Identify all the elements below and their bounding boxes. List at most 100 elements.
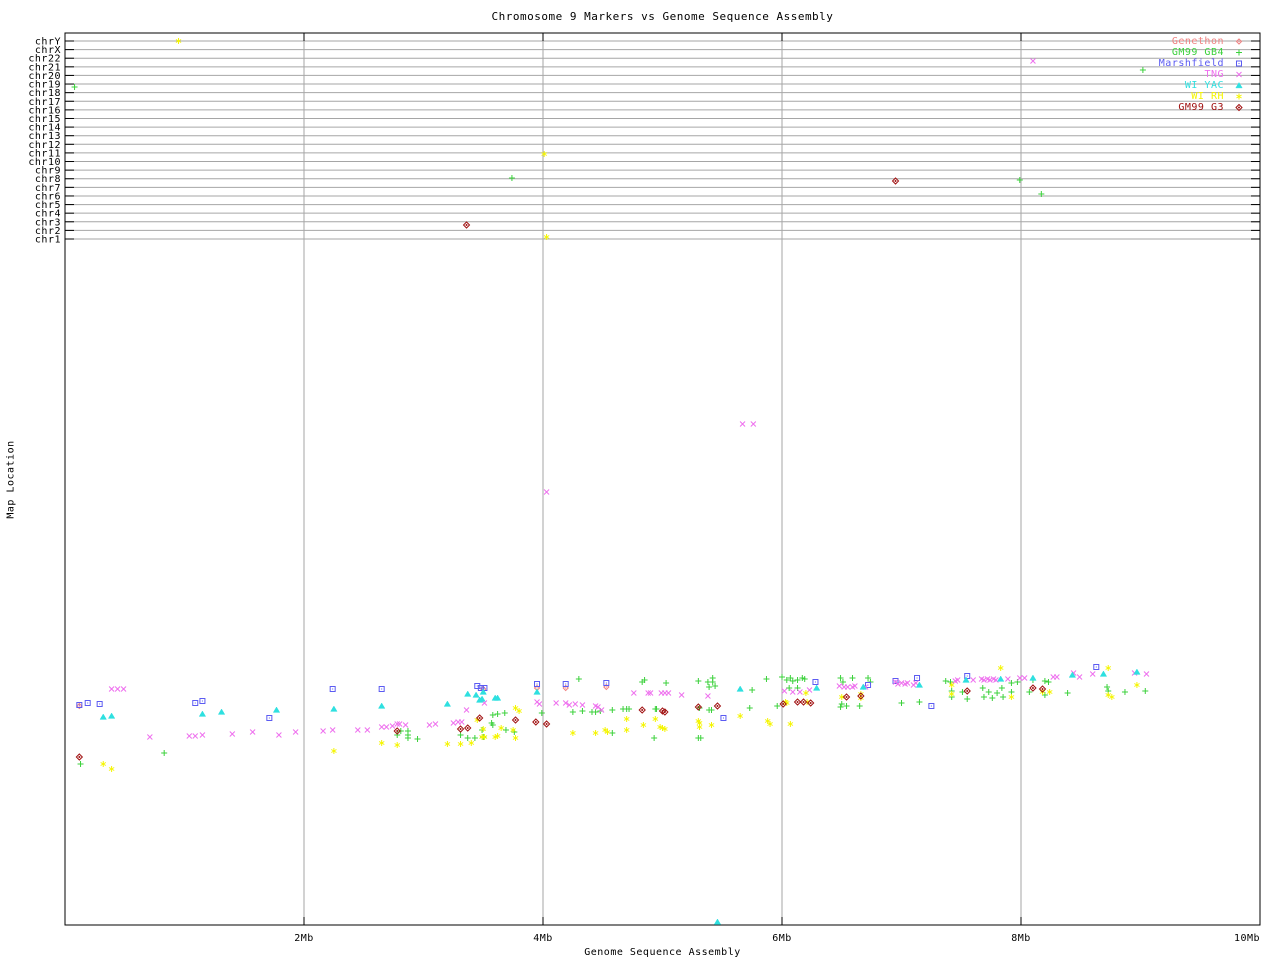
- point-tng: [1089, 671, 1096, 677]
- point-tng: [249, 729, 256, 735]
- series-wi-yac: [99, 668, 1141, 925]
- point-marshfield: [720, 715, 727, 721]
- point-gm99-gb4: [898, 700, 905, 706]
- x-tick-label: 6Mb: [772, 933, 792, 944]
- point-wi-rh: [662, 726, 668, 732]
- legend-label-gm99-g3: GM99 G3: [1178, 102, 1224, 113]
- point-tng: [1021, 675, 1028, 681]
- point-tng: [898, 680, 905, 686]
- scatter-plot: chrYchrXchr22chr21chr20chr19chr18chr17ch…: [28, 32, 1261, 944]
- point-wi-yac: [99, 713, 107, 720]
- point-gm99-g3: [1029, 684, 1037, 692]
- point-tng: [108, 686, 115, 692]
- legend-item-genethon: Genethon: [1080, 36, 1246, 47]
- point-tng: [1016, 675, 1023, 681]
- point-tng: [186, 733, 193, 739]
- point-wi-rh: [708, 722, 715, 728]
- point-wi-yac: [198, 710, 207, 717]
- legend-marker-gm99-g3-icon: [1235, 103, 1243, 112]
- point-gm99-gb4: [763, 676, 770, 682]
- point-wi-rh: [592, 730, 599, 736]
- point-wi-yac: [713, 918, 722, 925]
- point-tng: [553, 700, 559, 706]
- point-gm99-gb4: [1045, 679, 1052, 685]
- point-gm99-gb4: [989, 695, 996, 701]
- point-tng: [750, 421, 757, 427]
- x-tick-label: 8Mb: [1011, 933, 1031, 944]
- point-marshfield: [192, 700, 199, 706]
- series-gm99-g3: [75, 177, 1047, 761]
- legend-marker-gm99-gb4-icon: [1236, 49, 1242, 56]
- point-marshfield: [812, 679, 819, 685]
- legend-item-marshfield: Marshfield: [1080, 58, 1246, 69]
- point-tng: [329, 727, 336, 733]
- point-wi-rh: [948, 691, 955, 697]
- point-gm99-gb4: [706, 684, 713, 690]
- point-tng: [276, 732, 282, 738]
- point-wi-rh: [1134, 682, 1140, 688]
- point-wi-rh: [623, 716, 630, 722]
- chart-canvas: chrY chrX chr22 chr21 chr20 chr19 chr18 chr17 ch…: [0, 0, 1280, 960]
- point-gm99-gb4: [489, 712, 496, 718]
- point-tng: [739, 421, 746, 427]
- point-wi-yac: [997, 675, 1005, 682]
- point-wi-rh: [696, 724, 703, 730]
- point-tng: [402, 722, 409, 728]
- point-tng: [536, 701, 543, 707]
- point-gm99-gb4: [471, 735, 478, 741]
- series-wi-rh: [100, 38, 1140, 772]
- point-gm99-g3: [713, 702, 722, 710]
- point-wi-yac: [1099, 670, 1108, 677]
- point-gm99-gb4: [942, 678, 949, 684]
- point-gm99-gb4: [1104, 684, 1111, 690]
- point-gm99-gb4: [746, 705, 753, 711]
- legend-label-marshfield: Marshfield: [1158, 58, 1224, 69]
- point-gm99-g3: [75, 753, 84, 761]
- point-gm99-gb4: [457, 732, 464, 738]
- point-gm99-gb4: [579, 708, 586, 714]
- point-wi-rh: [457, 741, 464, 747]
- point-tng: [572, 701, 579, 707]
- legend-label-wi-yac: WI YAC: [1184, 80, 1224, 91]
- point-gm99-gb4: [774, 703, 781, 709]
- point-gm99-gb4: [161, 750, 168, 756]
- point-gm99-gb4: [998, 685, 1005, 691]
- point-tng: [120, 686, 127, 692]
- point-tng: [598, 707, 605, 713]
- point-wi-yac: [813, 684, 821, 691]
- point-wi-yac: [272, 706, 281, 713]
- point-tng: [426, 722, 433, 728]
- point-gm99-g3: [532, 718, 540, 726]
- point-wi-rh: [640, 722, 647, 728]
- point-gm99-g3: [464, 724, 472, 732]
- legend-marker-genethon-icon: [1235, 38, 1243, 45]
- point-gm99-gb4: [609, 707, 616, 713]
- point-wi-rh: [378, 740, 385, 746]
- point-wi-rh: [1105, 665, 1112, 671]
- point-gm99-g3: [799, 698, 808, 706]
- point-wi-rh: [541, 151, 548, 157]
- point-tng: [432, 721, 439, 727]
- x-tick-label: 2Mb: [294, 933, 314, 944]
- point-gm99-g3: [638, 706, 646, 714]
- legend-marker-tng-icon: [1236, 71, 1242, 78]
- point-gm99-gb4: [1000, 694, 1007, 700]
- legend-label-wi-rh: WI RH: [1191, 91, 1224, 102]
- legend-label-tng: TNG: [1204, 69, 1224, 80]
- point-tng: [378, 724, 385, 730]
- point-gm99-gb4: [837, 704, 844, 710]
- point-tng: [705, 693, 711, 699]
- point-wi-rh: [652, 716, 659, 722]
- point-wi-yac: [330, 705, 338, 712]
- point-gm99-g3: [842, 693, 851, 701]
- point-tng: [364, 727, 371, 733]
- x-axis-title: Genome Sequence Assembly: [584, 947, 741, 958]
- point-tng: [458, 719, 465, 725]
- point-gm99-gb4: [651, 735, 658, 741]
- point-gm99-gb4: [404, 735, 411, 741]
- point-gm99-g3: [462, 221, 471, 229]
- point-tng: [320, 728, 326, 734]
- point-tng: [781, 688, 788, 694]
- point-gm99-gb4: [414, 736, 421, 742]
- point-tng: [970, 677, 977, 683]
